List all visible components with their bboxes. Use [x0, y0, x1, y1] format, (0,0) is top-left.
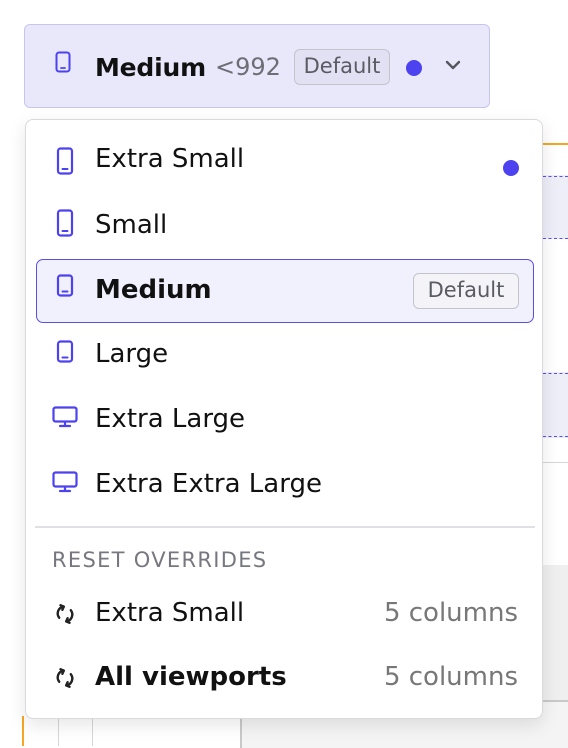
viewport-option-label: Large [95, 339, 169, 369]
tablet-icon [55, 51, 71, 73]
viewport-option-label: Extra Small [95, 144, 245, 174]
reset-override-all-viewports[interactable]: All viewports 5 columns [36, 650, 534, 706]
current-viewport-label: Medium [95, 53, 206, 82]
override-indicator-dot [503, 160, 519, 176]
default-badge: Default [294, 49, 390, 85]
override-indicator-dot [406, 60, 422, 76]
reset-row-value: 5 columns [383, 598, 518, 628]
viewport-option-label: Extra Large [95, 404, 246, 434]
grid-guide-line [543, 373, 568, 374]
menu-divider [35, 526, 535, 528]
phone-icon [56, 209, 74, 241]
viewport-option-extra-extra-large[interactable]: Extra Extra Large [36, 453, 534, 517]
desktop-icon [52, 406, 78, 432]
chevron-down-icon[interactable] [443, 57, 463, 71]
viewport-option-label: Medium [95, 275, 212, 305]
viewport-option-label: Extra Extra Large [95, 469, 322, 499]
viewport-option-extra-large[interactable]: Extra Large [36, 388, 534, 452]
viewport-dropdown-menu: Extra Small Small Medium Default Large E… [25, 119, 543, 719]
reset-row-value: 5 columns [383, 662, 518, 692]
grid-guide-line [543, 436, 568, 437]
canvas-divider [92, 716, 93, 746]
reset-row-label: All viewports [95, 662, 287, 692]
viewport-selector-button[interactable]: Medium <992 Default [24, 24, 490, 108]
canvas-edge-highlight [540, 143, 568, 145]
viewport-option-large[interactable]: Large [36, 323, 534, 387]
viewport-option-small[interactable]: Small [36, 193, 534, 257]
canvas-divider [58, 716, 59, 746]
reset-icon [53, 666, 77, 690]
canvas-block [540, 565, 568, 700]
desktop-icon [52, 471, 78, 497]
canvas-divider [541, 462, 568, 463]
canvas-edge-highlight [22, 716, 24, 746]
canvas-grid-column [540, 372, 568, 438]
reset-overrides-heading: RESET OVERRIDES [52, 548, 268, 572]
canvas-grid-column [540, 175, 568, 239]
tablet-icon [56, 274, 74, 302]
reset-icon [53, 602, 77, 626]
reset-override-extra-small[interactable]: Extra Small 5 columns [36, 586, 534, 642]
viewport-option-extra-small[interactable]: Extra Small [36, 128, 534, 192]
phone-icon [56, 147, 74, 179]
viewport-option-medium[interactable]: Medium Default [36, 259, 534, 323]
grid-guide-line [543, 238, 568, 239]
grid-guide-line [543, 176, 568, 177]
reset-row-label: Extra Small [95, 598, 245, 628]
tablet-icon [56, 340, 74, 368]
viewport-option-label: Small [95, 210, 168, 240]
current-viewport-size: <992 [215, 53, 281, 81]
default-badge: Default [413, 273, 519, 309]
